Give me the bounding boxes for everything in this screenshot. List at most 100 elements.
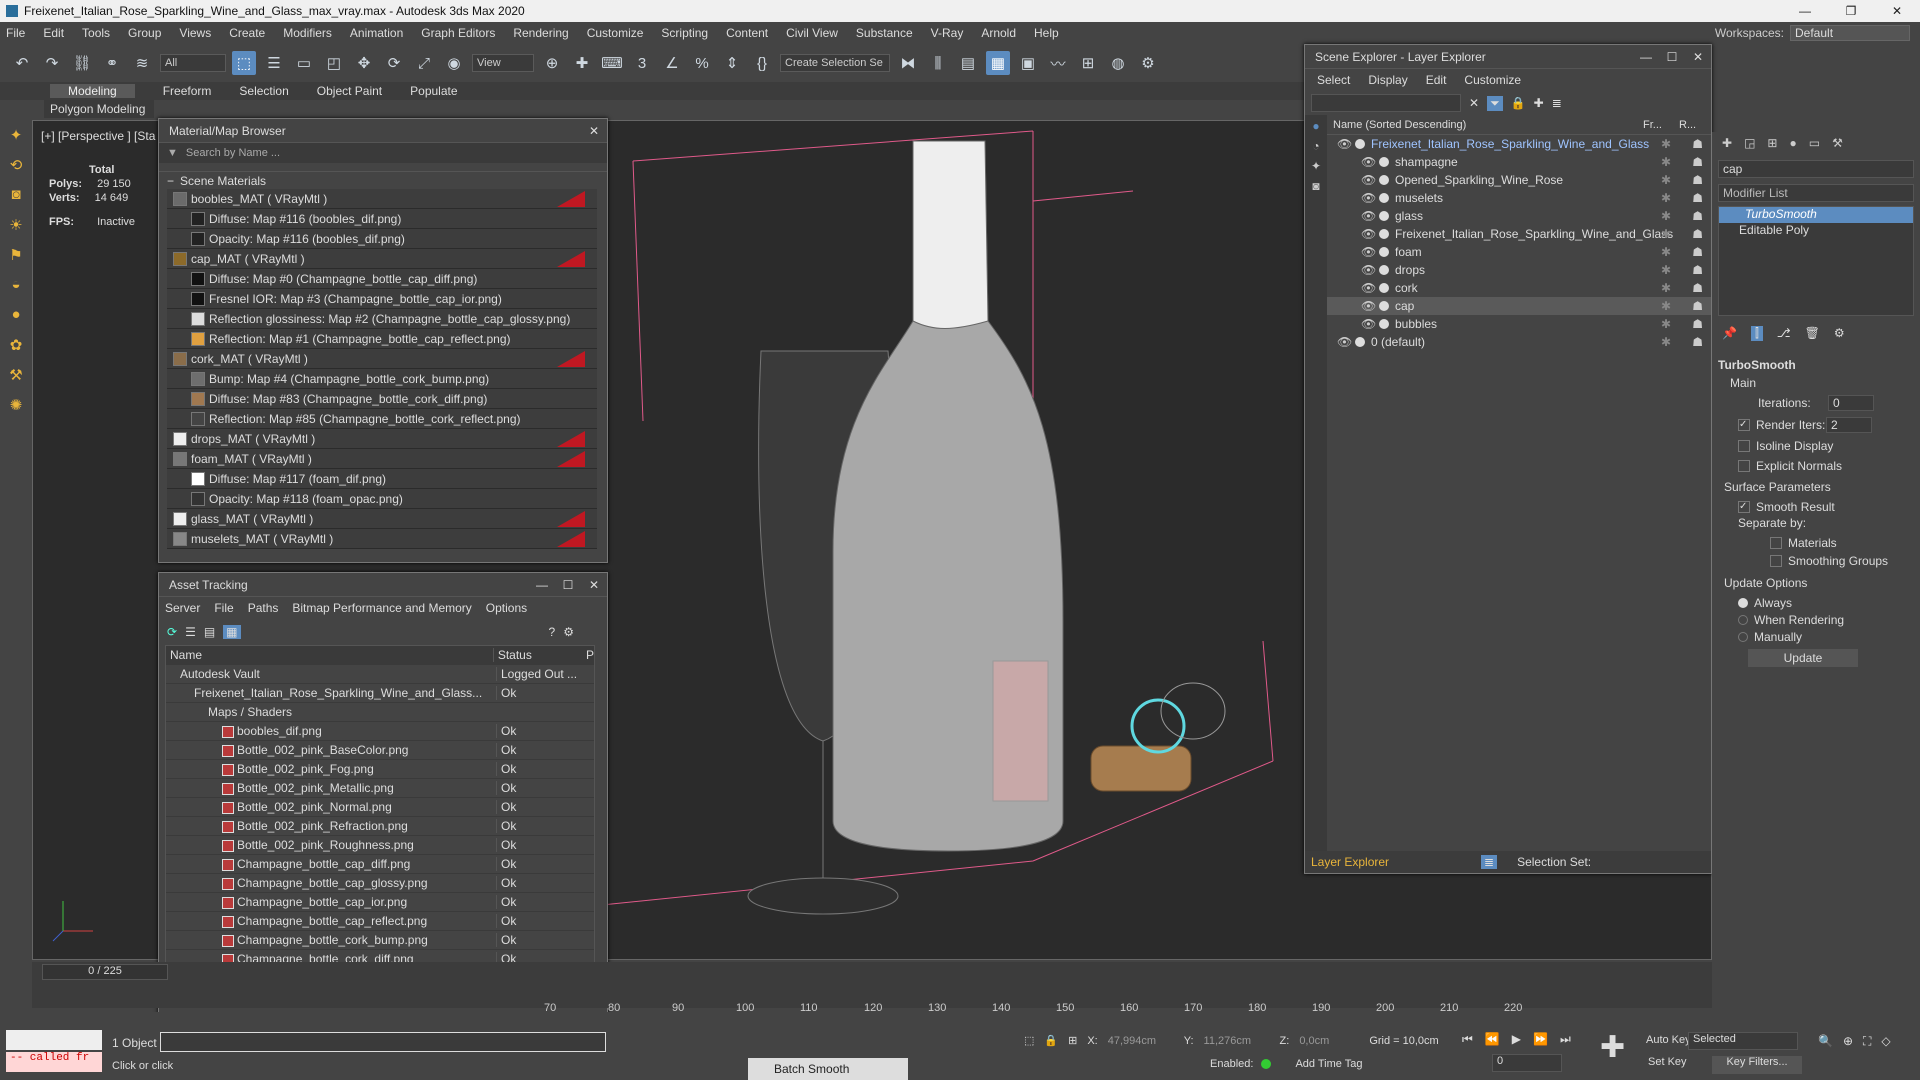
scene-explorer-icon[interactable]: ▦ <box>986 51 1010 75</box>
freeze-icon[interactable]: ✱ <box>1661 263 1671 277</box>
menu-modifiers[interactable]: Modifiers <box>283 26 332 40</box>
freeze-icon[interactable]: ✱ <box>1661 173 1671 187</box>
material-item[interactable]: cap_MAT ( VRayMtl ) <box>167 249 597 269</box>
set-key-big-icon[interactable]: ✚ <box>1600 1030 1625 1065</box>
maxscript-mini-listener[interactable] <box>6 1030 102 1050</box>
asset-max-icon[interactable]: ☐ <box>555 578 581 592</box>
asset-row[interactable]: Champagne_bottle_cap_diff.png Ok <box>166 855 594 874</box>
asset-row[interactable]: Bottle_002_pink_BaseColor.png Ok <box>166 741 594 760</box>
asset-row[interactable]: Bottle_002_pink_Refraction.png Ok <box>166 817 594 836</box>
render-setup-icon[interactable]: ⚙ <box>1136 51 1160 75</box>
render-iters-spinner[interactable]: 2 <box>1826 417 1872 433</box>
scene-explorer-item[interactable]: 👁 shampagne ✱ ☗ <box>1327 153 1711 171</box>
zoom-extents-icon[interactable]: ⛶ <box>1863 1034 1871 1049</box>
menu-content[interactable]: Content <box>726 26 768 40</box>
scene-explorer-titlebar[interactable]: Scene Explorer - Layer Explorer — ☐ ✕ <box>1305 45 1711 69</box>
asset-menu-bitmap[interactable]: Bitmap Performance and Memory <box>292 601 471 615</box>
helper-icon[interactable]: ⚑ <box>5 246 27 268</box>
se-shape-filter-icon[interactable]: ◔ <box>1305 139 1327 153</box>
menu-scripting[interactable]: Scripting <box>661 26 708 40</box>
se-lock-icon[interactable]: 🔒 <box>1511 96 1526 110</box>
asset-row[interactable]: Bottle_002_pink_Metallic.png Ok <box>166 779 594 798</box>
zoom-icon[interactable]: 🔍 <box>1818 1034 1833 1049</box>
asset-row[interactable]: Bottle_002_pink_Normal.png Ok <box>166 798 594 817</box>
ribbon-tab-freeform[interactable]: Freeform <box>163 84 212 98</box>
menu-rendering[interactable]: Rendering <box>513 26 568 40</box>
scene-explorer-item[interactable]: 👁 0 (default) ✱ ☗ <box>1327 333 1711 351</box>
link-icon[interactable]: ⛓ <box>70 51 94 75</box>
minimize-button[interactable]: — <box>1782 0 1828 22</box>
ribbon-toggle-icon[interactable]: ▣ <box>1016 51 1040 75</box>
create-icon[interactable]: ✦ <box>5 126 27 148</box>
go-end-icon[interactable]: ⏭ <box>1560 1032 1571 1047</box>
remove-modifier-icon[interactable]: 🗑 <box>1805 326 1820 340</box>
asset-row[interactable]: Maps / Shaders <box>166 703 594 722</box>
se-search-input[interactable] <box>1311 94 1461 112</box>
ribbon-tab-populate[interactable]: Populate <box>410 84 457 98</box>
material-editor-icon[interactable]: ◍ <box>1106 51 1130 75</box>
object-name-field[interactable]: cap <box>1718 160 1914 178</box>
hierarchy-tab-icon[interactable]: ⊞ <box>1767 136 1777 150</box>
menu-group[interactable]: Group <box>128 26 161 40</box>
material-map-item[interactable]: Opacity: Map #118 (foam_opac.png) <box>167 489 597 509</box>
freeze-icon[interactable]: ✱ <box>1661 155 1671 169</box>
auto-key-button[interactable]: Auto Key <box>1646 1034 1691 1046</box>
named-selection-dropdown[interactable]: Create Selection Se <box>780 54 890 72</box>
mirror-icon[interactable]: ⧓ <box>896 51 920 75</box>
ribbon-tab-object-paint[interactable]: Object Paint <box>317 84 382 98</box>
asset-row[interactable]: Freixenet_Italian_Rose_Sparkling_Wine_an… <box>166 684 594 703</box>
visibility-eye-icon[interactable]: 👁 <box>1361 299 1376 313</box>
asset-row[interactable]: Bottle_002_pink_Roughness.png Ok <box>166 836 594 855</box>
play-icon[interactable]: ▶ <box>1512 1032 1521 1047</box>
menu-help[interactable]: Help <box>1034 26 1059 40</box>
motion-tab-icon[interactable]: ● <box>1789 136 1796 150</box>
next-frame-icon[interactable]: ⏩ <box>1533 1032 1548 1047</box>
renderable-icon[interactable]: ☗ <box>1692 245 1703 259</box>
visibility-eye-icon[interactable]: 👁 <box>1361 263 1376 277</box>
material-map-item[interactable]: Reflection: Map #85 (Champagne_bottle_co… <box>167 409 597 429</box>
se-layer-add-icon[interactable]: ✚ <box>1534 96 1544 110</box>
shapes-icon[interactable]: ◒ <box>5 276 27 298</box>
visibility-eye-icon[interactable]: 👁 <box>1361 155 1376 169</box>
select-move-icon[interactable]: ✥ <box>352 51 376 75</box>
display-tab-icon[interactable]: ▭ <box>1809 136 1820 150</box>
reference-coord-dropdown[interactable]: View <box>472 54 534 72</box>
visibility-eye-icon[interactable]: 👁 <box>1361 227 1376 241</box>
freeze-icon[interactable]: ✱ <box>1661 137 1671 151</box>
asset-menu-server[interactable]: Server <box>165 601 200 615</box>
se-menu-customize[interactable]: Customize <box>1464 73 1521 87</box>
schematic-view-icon[interactable]: ⊞ <box>1076 51 1100 75</box>
configure-modifier-icon[interactable]: ⚙ <box>1834 326 1845 340</box>
menu-file[interactable]: File <box>6 26 25 40</box>
freeze-icon[interactable]: ✱ <box>1661 335 1671 349</box>
create-tab-icon[interactable]: ✚ <box>1722 136 1732 150</box>
refresh-icon[interactable]: ⟳ <box>167 625 177 639</box>
material-map-item[interactable]: Bump: Map #4 (Champagne_bottle_cork_bump… <box>167 369 597 389</box>
material-browser-titlebar[interactable]: Material/Map Browser ✕ <box>159 119 607 143</box>
visibility-eye-icon[interactable]: 👁 <box>1361 173 1376 187</box>
key-set-dropdown[interactable]: Selected <box>1688 1032 1798 1050</box>
material-map-item[interactable]: Reflection glossiness: Map #2 (Champagne… <box>167 309 597 329</box>
list-view-icon[interactable]: ☰ <box>185 625 196 639</box>
menu-tools[interactable]: Tools <box>82 26 110 40</box>
smoothing-groups-checkbox[interactable] <box>1770 555 1782 567</box>
add-time-tag[interactable]: Add Time Tag <box>1295 1058 1362 1070</box>
z-field[interactable]: 0,0cm <box>1299 1035 1359 1047</box>
renderable-icon[interactable]: ☗ <box>1692 299 1703 313</box>
ribbon-polygon-modeling[interactable]: Polygon Modeling <box>44 100 154 118</box>
material-item[interactable]: cork_MAT ( VRayMtl ) <box>167 349 597 369</box>
fov-icon[interactable]: ◇ <box>1881 1034 1890 1049</box>
close-button[interactable]: ✕ <box>1874 0 1920 22</box>
se-menu-display[interactable]: Display <box>1368 73 1407 87</box>
material-map-item[interactable]: Opacity: Map #116 (boobles_dif.png) <box>167 229 597 249</box>
material-browser-close-icon[interactable]: ✕ <box>581 124 607 138</box>
menu-views[interactable]: Views <box>179 26 211 40</box>
select-manipulate-icon[interactable]: ✚ <box>570 51 594 75</box>
explicit-normals-checkbox[interactable] <box>1738 460 1750 472</box>
menu-animation[interactable]: Animation <box>350 26 403 40</box>
asset-close-icon[interactable]: ✕ <box>581 578 607 592</box>
se-layers-icon[interactable]: ≣ <box>1552 96 1562 110</box>
ribbon-tab-selection[interactable]: Selection <box>239 84 288 98</box>
asset-tracking-titlebar[interactable]: Asset Tracking — ☐ ✕ <box>159 573 607 597</box>
material-item[interactable]: boobles_MAT ( VRayMtl ) <box>167 189 597 209</box>
